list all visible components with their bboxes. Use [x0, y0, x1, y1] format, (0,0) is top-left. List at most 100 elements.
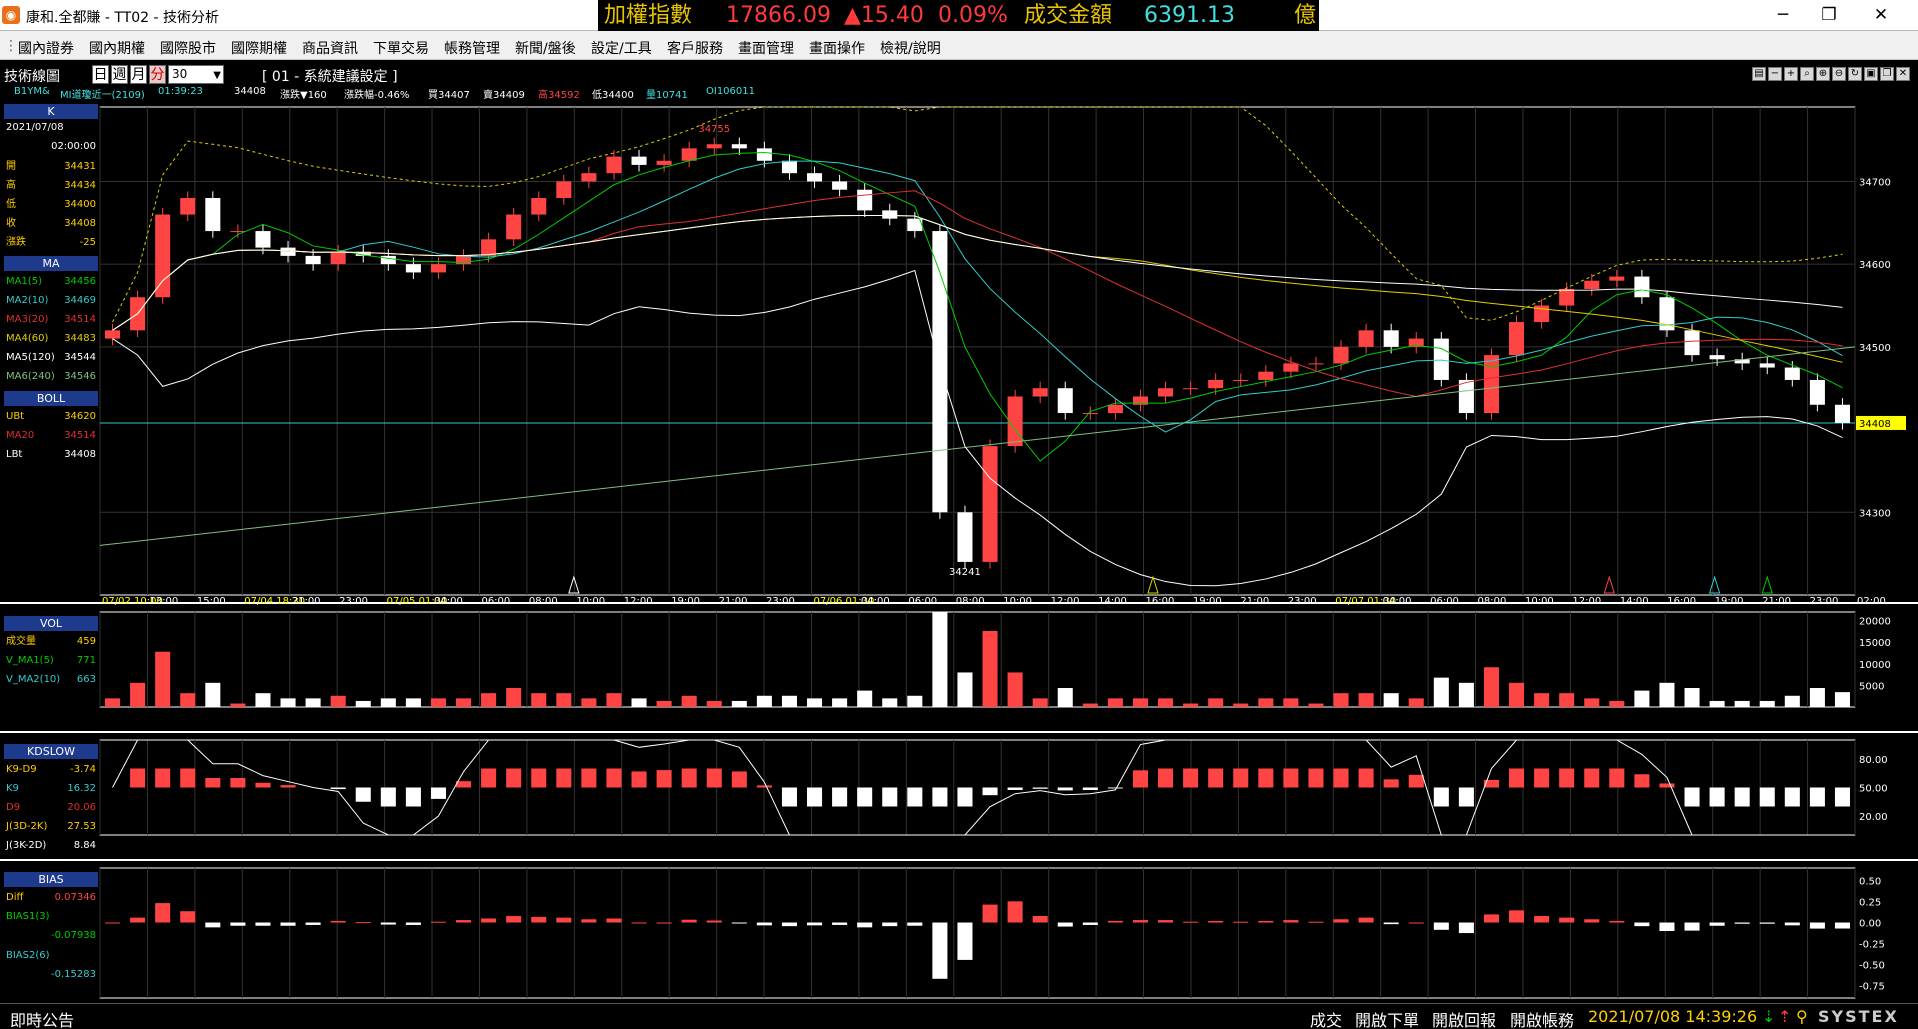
candle-body: [681, 148, 697, 161]
technical-chart[interactable]: 07/02 10:0013:00 15:00 07/04 18:3021:00 23:…: [0, 100, 1918, 1003]
trades-button[interactable]: 成交: [1310, 1007, 1342, 1029]
minimize-button[interactable]: ─: [1760, 0, 1806, 31]
candle-body: [1458, 379, 1474, 414]
menu-item-intl-futures[interactable]: 國際期權: [231, 38, 287, 58]
bias-bar: [1709, 922, 1725, 926]
menu-item-intl-stocks[interactable]: 國際股市: [160, 38, 216, 58]
interval-select[interactable]: 30 ▼: [168, 65, 224, 84]
kd-diff-bar: [1233, 768, 1249, 788]
kd-diff-bar: [230, 778, 246, 788]
kd-diff-bar: [1308, 768, 1324, 788]
x-tick-label: 23:00: [766, 596, 795, 607]
search-icon[interactable]: ⌕: [1800, 67, 1814, 81]
candle-body: [155, 214, 171, 298]
candle-body: [1107, 404, 1123, 414]
kd-diff-bar: [531, 768, 547, 788]
quote-change: 漲跌▼160: [280, 90, 327, 101]
x-tick-label: 12:00: [1051, 596, 1080, 607]
kd-diff-bar: [180, 768, 196, 788]
menu-item-domestic-futures[interactable]: 國內期權: [89, 38, 145, 58]
volume-bar: [1584, 698, 1600, 707]
kd-diff-bar: [606, 768, 622, 788]
ma-line-10: [112, 160, 1843, 433]
close-panel-icon[interactable]: ✕: [1896, 67, 1910, 81]
ma-line-20: [112, 190, 1843, 398]
layout-icon[interactable]: ▤: [1752, 67, 1766, 81]
low-price-label: 34241: [949, 567, 981, 578]
bias-tick-label: 0.00: [1859, 919, 1881, 930]
search-minus-icon[interactable]: ⊖: [1832, 67, 1846, 81]
kd-diff-bar: [581, 768, 597, 788]
menu-item-settings[interactable]: 設定/工具: [591, 38, 652, 58]
bias-bar: [1634, 922, 1650, 927]
strategy-label[interactable]: [ 01 - 系統建議設定 ]: [262, 66, 398, 86]
kd-diff-bar: [1784, 787, 1800, 807]
x-tick-label: 19:00: [1193, 596, 1222, 607]
candle-body: [1584, 280, 1600, 289]
period-minute-button[interactable]: 分: [149, 65, 166, 84]
volume-bar: [756, 695, 772, 707]
window-title: 康和.全都賺 - TT02 - 技術分析: [26, 10, 220, 26]
volume-bar: [230, 703, 246, 707]
search-plus-icon[interactable]: ⊕: [1816, 67, 1830, 81]
open-accounts-button[interactable]: 開啟帳務: [1510, 1007, 1574, 1029]
period-day-button[interactable]: 日: [92, 65, 109, 84]
x-tick-label: 04:00: [434, 596, 463, 607]
volume-bar: [1383, 693, 1399, 707]
copy-icon[interactable]: ❐: [1880, 67, 1894, 81]
quote-low: 低34400: [592, 90, 634, 101]
candle-body: [857, 189, 873, 211]
open-report-button[interactable]: 開啟回報: [1432, 1007, 1496, 1029]
bias-bar: [1584, 919, 1600, 923]
kd-diff-bar: [1584, 768, 1600, 788]
menu-item-news[interactable]: 新聞/盤後: [515, 38, 576, 58]
bias-bar: [1784, 922, 1800, 926]
vol-tick-label: 20000: [1859, 617, 1891, 628]
kd-diff-bar: [932, 787, 948, 807]
volume-bar: [1057, 688, 1073, 707]
candle-body: [756, 148, 772, 161]
quote-name: MI道瓊近一(2109): [60, 90, 145, 101]
volume-bar: [656, 700, 672, 707]
bias-bar: [807, 922, 823, 926]
menu-item-customer-service[interactable]: 客戶服務: [667, 38, 723, 58]
kd-diff-bar: [1634, 774, 1650, 788]
save-icon[interactable]: ▣: [1864, 67, 1878, 81]
menu-item-trading[interactable]: 下單交易: [373, 38, 429, 58]
bias-bar: [230, 922, 246, 926]
menu-item-domestic-securities[interactable]: 國內證券: [18, 38, 74, 58]
x-tick-label: 23:00: [1288, 596, 1317, 607]
period-week-button[interactable]: 週: [111, 65, 128, 84]
bias-tick-label: 0.50: [1859, 877, 1881, 888]
menu-item-product-info[interactable]: 商品資訊: [302, 38, 358, 58]
volume-bar: [882, 698, 898, 707]
signal-marker-icon: [1603, 575, 1615, 594]
menu-item-screen-ops[interactable]: 畫面操作: [809, 38, 865, 58]
signal-marker-icon: [1761, 575, 1773, 594]
period-month-button[interactable]: 月: [130, 65, 147, 84]
close-button[interactable]: ✕: [1858, 0, 1904, 31]
bias-bar: [556, 917, 572, 923]
volume-bar: [1809, 688, 1825, 707]
last-price-label: 34408: [1859, 419, 1891, 430]
menu-item-accounts[interactable]: 帳務管理: [444, 38, 500, 58]
open-order-button[interactable]: 開啟下單: [1355, 1007, 1419, 1029]
bias-bar: [932, 922, 948, 979]
menu-item-screen-manage[interactable]: 畫面管理: [738, 38, 794, 58]
panel-frame-0: [99, 106, 1856, 596]
candle-body: [807, 173, 823, 182]
zoom-out-icon[interactable]: −: [1768, 67, 1782, 81]
candle-body: [1158, 388, 1174, 397]
volume-bar: [430, 698, 446, 707]
volume-bar: [1534, 693, 1550, 707]
candle-body: [656, 160, 672, 165]
candle-body: [581, 173, 597, 182]
maximize-button[interactable]: ❐: [1806, 0, 1852, 31]
refresh-icon[interactable]: ↻: [1848, 67, 1862, 81]
quote-time: 01:39:23: [158, 86, 203, 97]
candle-body: [832, 181, 848, 190]
bulletin-button[interactable]: 即時公告: [10, 1007, 74, 1029]
x-tick-label: 10:00: [576, 596, 605, 607]
zoom-in-icon[interactable]: +: [1784, 67, 1798, 81]
menu-item-view-help[interactable]: 檢視/說明: [880, 38, 941, 58]
